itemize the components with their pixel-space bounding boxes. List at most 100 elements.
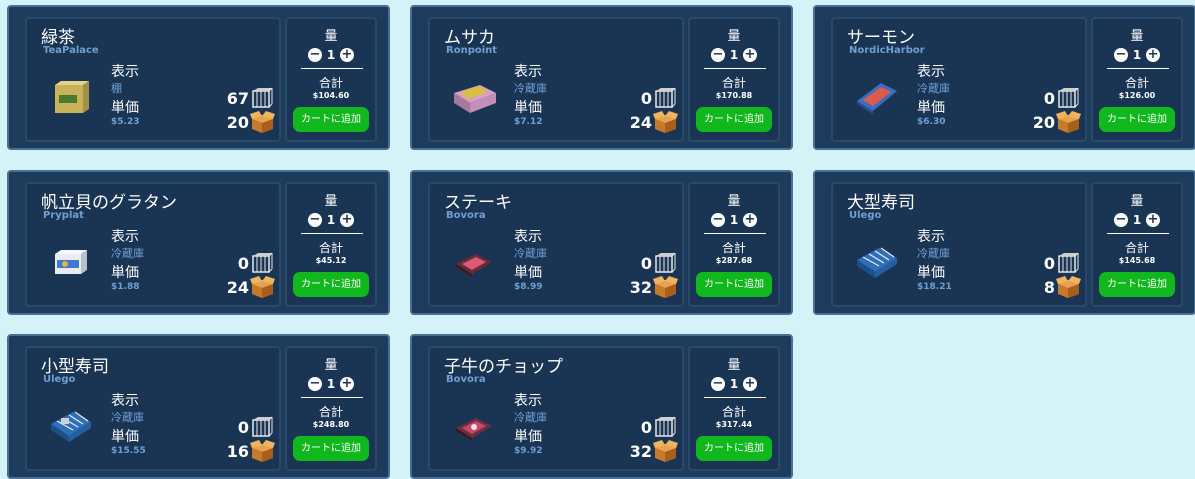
stock-count: 0 xyxy=(640,254,652,273)
total-label: 合計 xyxy=(1124,241,1149,255)
quantity-label: 量 xyxy=(1130,194,1144,209)
increase-quantity-button[interactable]: + xyxy=(743,377,757,391)
product-image xyxy=(857,247,897,278)
add-to-cart-button[interactable]: カートに追加 xyxy=(293,436,369,461)
display-location: 冷蔵庫 xyxy=(514,411,547,424)
shelf-icon xyxy=(1058,87,1079,108)
box-icon xyxy=(1056,111,1081,133)
add-to-cart-button[interactable]: カートに追加 xyxy=(696,272,772,297)
increase-quantity-button[interactable]: + xyxy=(743,213,757,227)
product-grid: 緑茶 TeaPalace 表示 棚 単価 $5.23 67 20 量 − 1 +… xyxy=(0,0,1195,479)
total-label: 合計 xyxy=(318,405,343,419)
quantity-divider xyxy=(301,397,363,398)
display-location: 冷蔵庫 xyxy=(917,247,950,260)
increase-quantity-button[interactable]: + xyxy=(340,213,354,227)
unit-price-label: 単価 xyxy=(514,265,542,281)
increase-quantity-button[interactable]: + xyxy=(340,377,354,391)
add-to-cart-button[interactable]: カートに追加 xyxy=(293,272,369,297)
decrease-quantity-button[interactable]: − xyxy=(308,213,322,227)
product-image xyxy=(456,254,492,277)
quantity-panel: 量 − 1 + 合計 $104.60 カートに追加 xyxy=(285,17,377,142)
shelf-icon xyxy=(252,416,273,437)
box-icon xyxy=(250,276,275,298)
quantity-divider xyxy=(704,68,766,69)
decrease-quantity-button[interactable]: − xyxy=(711,213,725,227)
case-count: 32 xyxy=(629,442,652,461)
decrease-quantity-button[interactable]: − xyxy=(308,48,322,62)
shelf-icon xyxy=(1058,252,1079,273)
display-location: 冷蔵庫 xyxy=(514,247,547,260)
stock-count: 0 xyxy=(1043,89,1055,108)
display-label: 表示 xyxy=(514,64,542,80)
quantity-divider xyxy=(1107,233,1169,234)
display-label: 表示 xyxy=(111,229,139,245)
stock-count: 67 xyxy=(226,89,249,108)
case-count: 24 xyxy=(226,278,249,297)
box-icon xyxy=(653,111,678,133)
product-card: 緑茶 TeaPalace 表示 棚 単価 $5.23 67 20 量 − 1 +… xyxy=(7,5,390,150)
add-to-cart-button[interactable]: カートに追加 xyxy=(1099,107,1175,132)
display-location: 冷蔵庫 xyxy=(917,82,950,95)
quantity-label: 量 xyxy=(324,194,338,209)
quantity-value: 1 xyxy=(729,377,739,391)
product-card: サーモン NordicHarbor 表示 冷蔵庫 単価 $6.30 0 20 量… xyxy=(813,5,1195,150)
stock-count: 0 xyxy=(640,418,652,437)
unit-price: $8.99 xyxy=(514,282,543,292)
product-card: ステーキ Bovora 表示 冷蔵庫 単価 $8.99 0 32 量 − 1 +… xyxy=(410,170,793,315)
product-image xyxy=(456,418,492,441)
total-label: 合計 xyxy=(318,76,343,90)
decrease-quantity-button[interactable]: − xyxy=(308,377,322,391)
product-card: ムサカ Ronpoint 表示 冷蔵庫 単価 $7.12 0 24 量 − 1 … xyxy=(410,5,793,150)
product-card: 大型寿司 Ulego 表示 冷蔵庫 単価 $18.21 0 8 量 − 1 + … xyxy=(813,170,1195,315)
unit-price-label: 単価 xyxy=(917,265,945,281)
total-price: $170.88 xyxy=(715,91,753,100)
product-info-panel: ムサカ Ronpoint 表示 冷蔵庫 単価 $7.12 0 24 xyxy=(428,17,684,142)
quantity-divider xyxy=(1107,68,1169,69)
quantity-divider xyxy=(301,68,363,69)
product-info-panel: ステーキ Bovora 表示 冷蔵庫 単価 $8.99 0 32 xyxy=(428,182,684,307)
product-brand: TeaPalace xyxy=(43,45,99,56)
display-label: 表示 xyxy=(514,393,542,409)
quantity-value: 1 xyxy=(1132,48,1142,62)
unit-price-label: 単価 xyxy=(514,100,542,116)
unit-price-label: 単価 xyxy=(111,100,139,116)
shelf-icon xyxy=(655,252,676,273)
total-label: 合計 xyxy=(318,241,343,255)
add-to-cart-button[interactable]: カートに追加 xyxy=(696,436,772,461)
unit-price: $18.21 xyxy=(917,282,952,292)
box-icon xyxy=(653,440,678,462)
increase-quantity-button[interactable]: + xyxy=(1146,213,1160,227)
decrease-quantity-button[interactable]: − xyxy=(711,48,725,62)
increase-quantity-button[interactable]: + xyxy=(1146,48,1160,62)
display-location: 冷蔵庫 xyxy=(514,82,547,95)
increase-quantity-button[interactable]: + xyxy=(340,48,354,62)
unit-price: $6.30 xyxy=(917,117,946,127)
unit-price-label: 単価 xyxy=(514,429,542,445)
shelf-icon xyxy=(252,87,273,108)
increase-quantity-button[interactable]: + xyxy=(743,48,757,62)
add-to-cart-button[interactable]: カートに追加 xyxy=(293,107,369,132)
product-card: 帆立貝のグラタン Pryplat 表示 冷蔵庫 単価 $1.88 0 24 量 … xyxy=(7,170,390,315)
product-info-panel: 子牛のチョップ Bovora 表示 冷蔵庫 単価 $9.92 0 32 xyxy=(428,346,684,471)
product-brand: Bovora xyxy=(446,210,486,221)
decrease-quantity-button[interactable]: − xyxy=(711,377,725,391)
product-brand: Pryplat xyxy=(43,210,84,221)
add-to-cart-button[interactable]: カートに追加 xyxy=(696,107,772,132)
product-brand: Bovora xyxy=(446,374,486,385)
decrease-quantity-button[interactable]: − xyxy=(1114,48,1128,62)
total-price: $104.60 xyxy=(312,91,350,100)
total-price: $248.80 xyxy=(312,420,350,429)
box-icon xyxy=(1056,276,1081,298)
decrease-quantity-button[interactable]: − xyxy=(1114,213,1128,227)
quantity-panel: 量 − 1 + 合計 $248.80 カートに追加 xyxy=(285,346,377,471)
stock-count: 0 xyxy=(1043,254,1055,273)
display-location: 冷蔵庫 xyxy=(111,247,144,260)
display-label: 表示 xyxy=(514,229,542,245)
display-location: 棚 xyxy=(111,82,122,95)
quantity-panel: 量 − 1 + 合計 $317.44 カートに追加 xyxy=(688,346,780,471)
add-to-cart-button[interactable]: カートに追加 xyxy=(1099,272,1175,297)
total-label: 合計 xyxy=(721,76,746,90)
product-brand: Ronpoint xyxy=(446,45,498,56)
display-location: 冷蔵庫 xyxy=(111,411,144,424)
quantity-label: 量 xyxy=(727,29,741,44)
